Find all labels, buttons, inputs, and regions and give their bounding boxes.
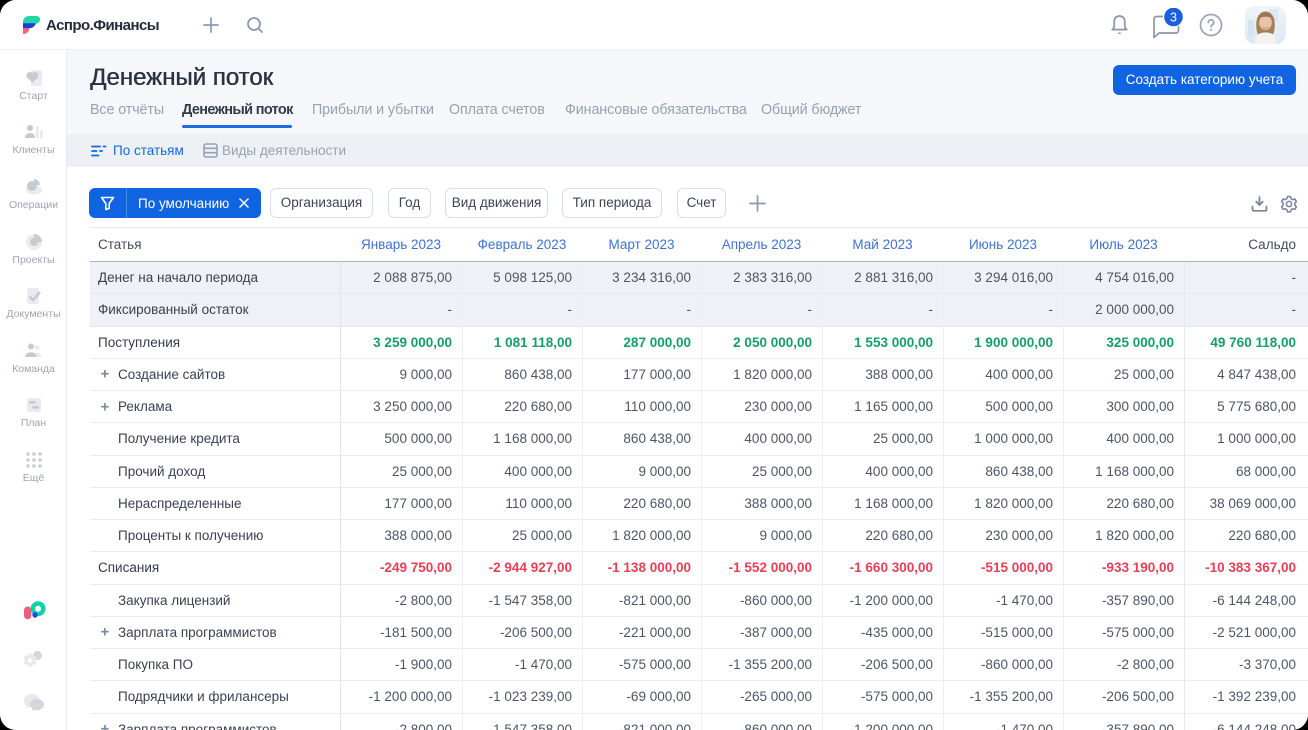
svg-text:3: 3 <box>1170 10 1177 24</box>
